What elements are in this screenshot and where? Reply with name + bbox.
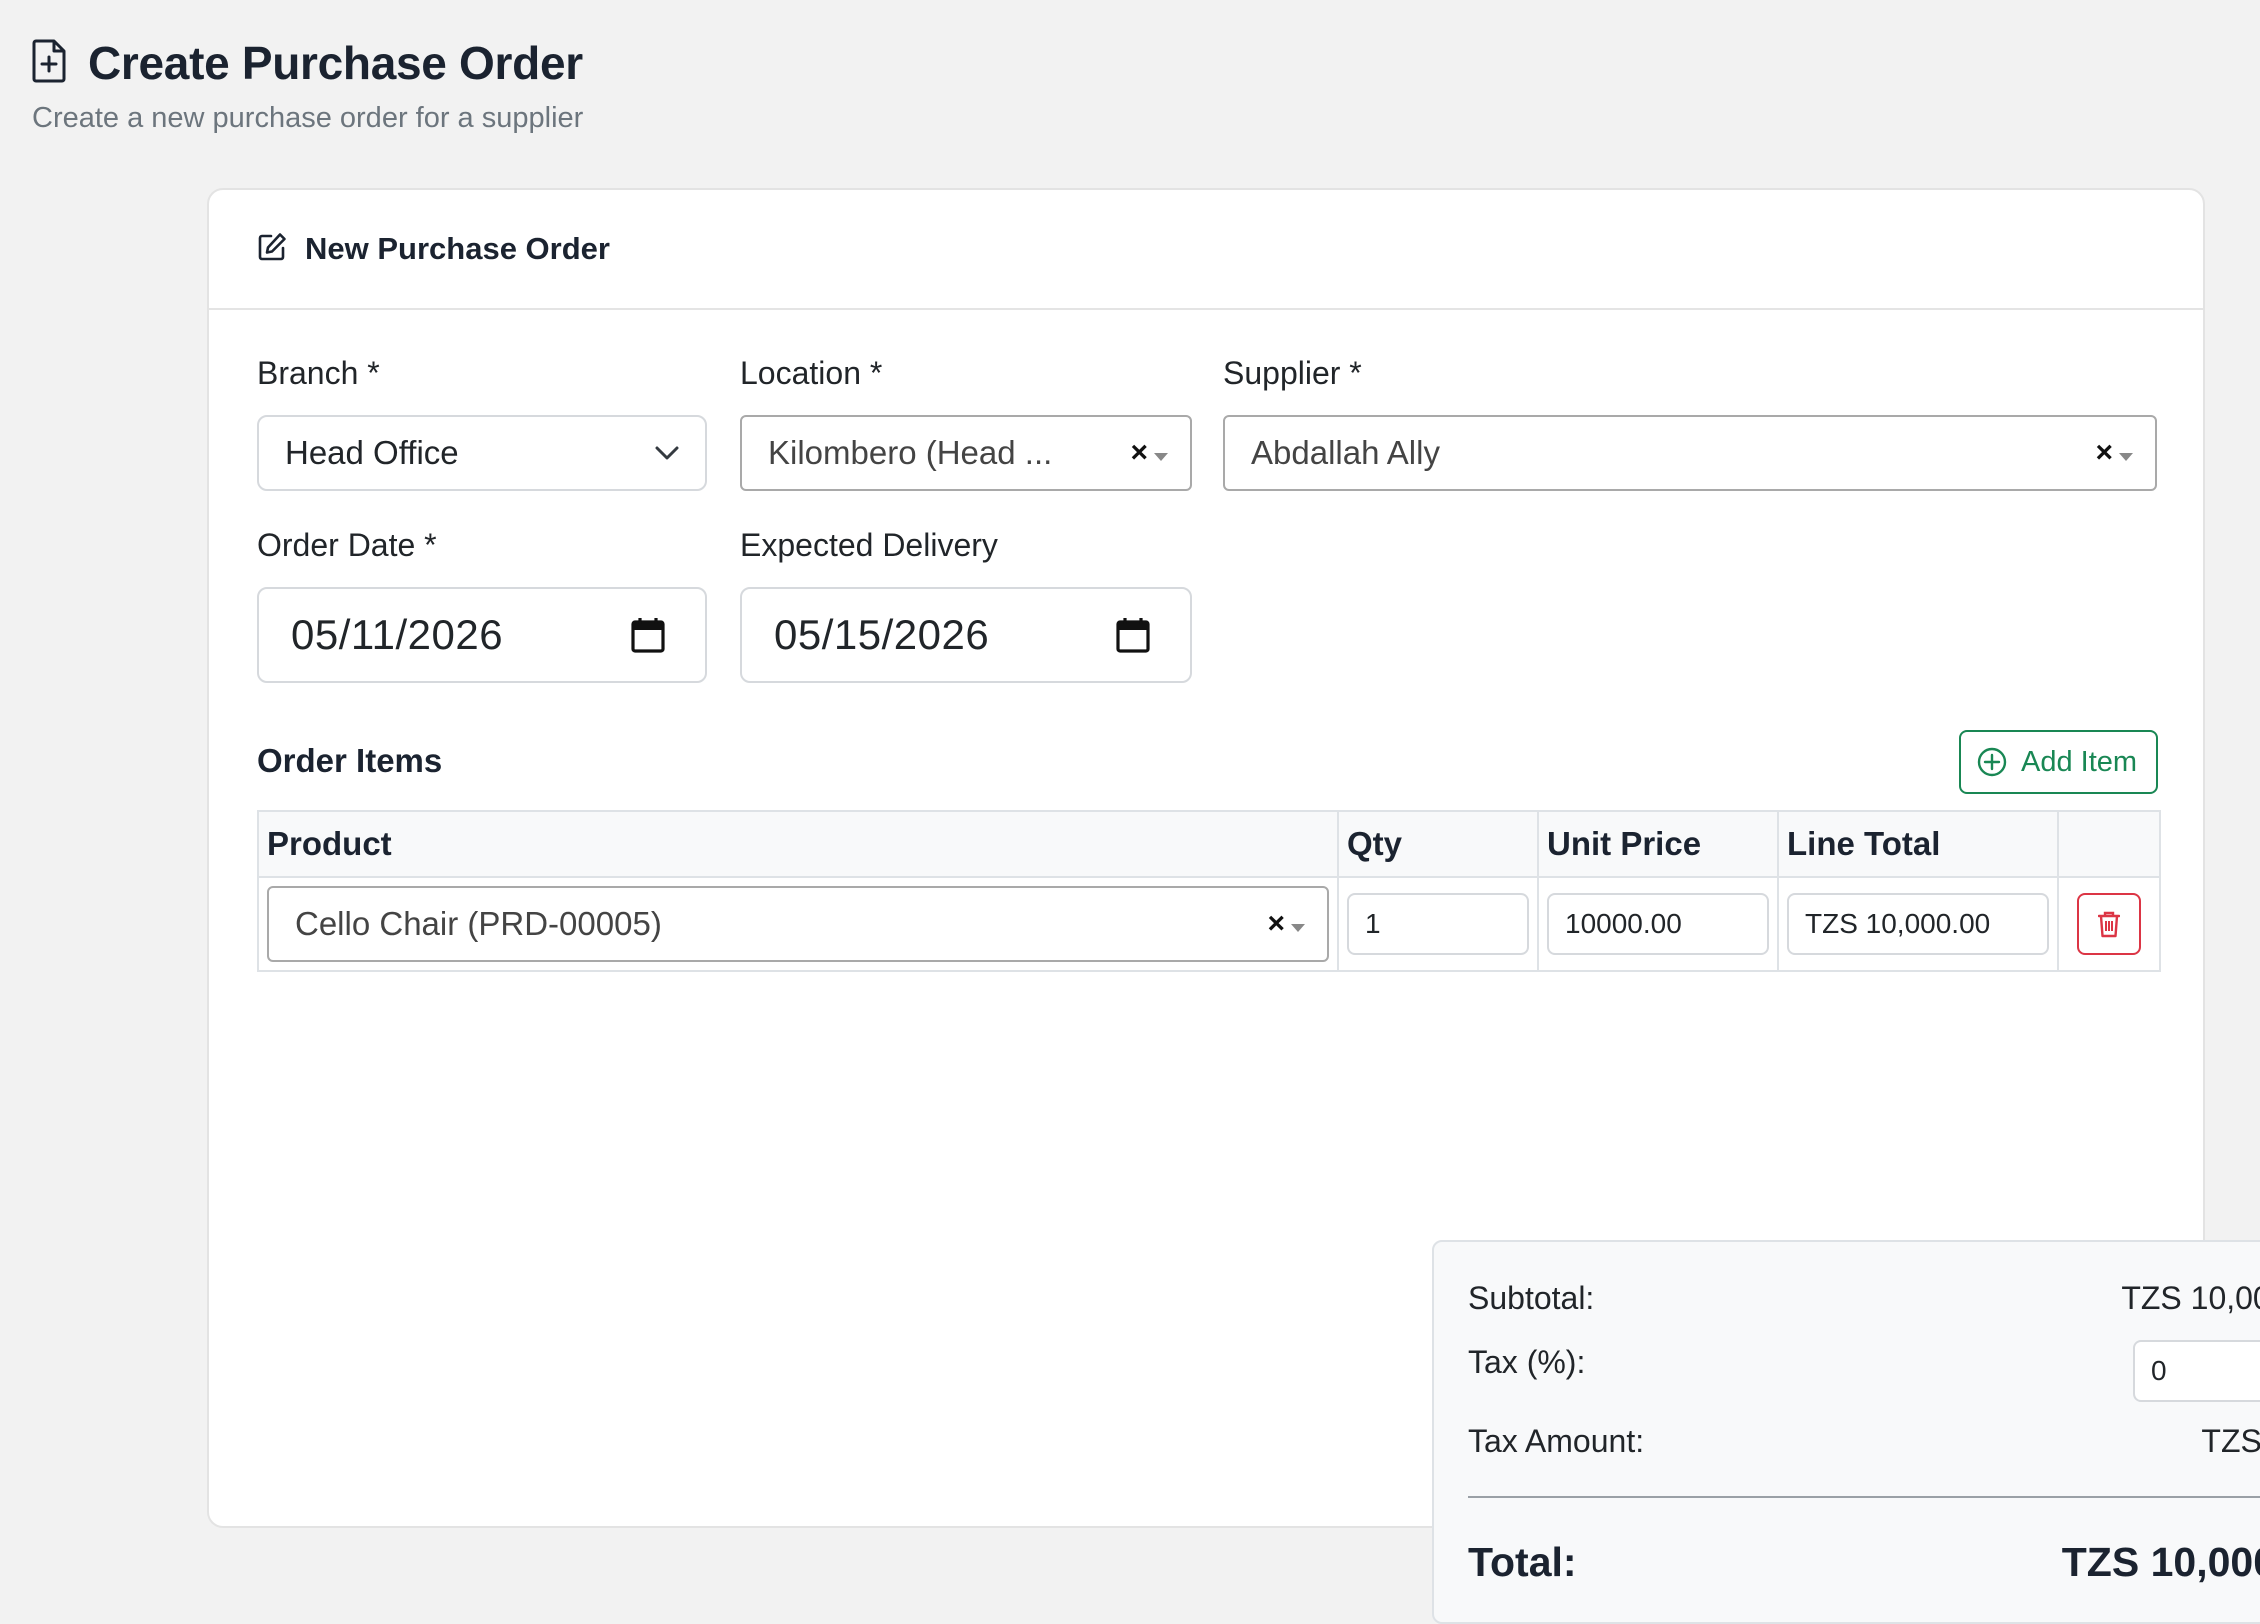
table-row: Cello Chair (PRD-00005) × 1 10000.00 TZS… xyxy=(257,876,2161,972)
expected-delivery-value: 05/15/2026 xyxy=(774,611,990,658)
supplier-select[interactable]: Abdallah Ally × xyxy=(1223,415,2157,491)
subtotal-value: TZS 10,000.00 xyxy=(2121,1280,2260,1316)
tax-label: Tax (%): xyxy=(1468,1344,1586,1380)
order-date-label: Order Date * xyxy=(257,527,437,563)
card-header: New Purchase Order xyxy=(209,190,2203,310)
unit-price-input[interactable]: 10000.00 xyxy=(1547,893,1769,955)
order-items-table: Product Qty Unit Price Line Total Cello … xyxy=(257,810,2161,972)
tax-input[interactable]: 0 xyxy=(2133,1340,2260,1402)
location-caret-icon xyxy=(1154,453,1168,461)
total-value: TZS 10,000.00 xyxy=(2061,1539,2260,1585)
subtotal-label: Subtotal: xyxy=(1468,1280,1595,1316)
tax-amount-value: TZS 0.00 xyxy=(2201,1423,2260,1459)
edit-square-icon xyxy=(257,232,287,267)
col-unit-price: Unit Price xyxy=(1537,810,1779,878)
page-header: Create Purchase Order Create a new purch… xyxy=(32,36,583,134)
chevron-down-icon xyxy=(655,446,679,460)
branch-select[interactable]: Head Office xyxy=(257,415,707,491)
order-summary: Subtotal: TZS 10,000.00 Tax (%): 0 Tax A… xyxy=(1432,1240,2260,1624)
product-select[interactable]: Cello Chair (PRD-00005) × xyxy=(267,886,1329,962)
supplier-clear-icon[interactable]: × xyxy=(2095,436,2113,470)
unit-price-cell: 10000.00 xyxy=(1537,876,1779,972)
col-actions xyxy=(2057,810,2161,878)
page-subtitle: Create a new purchase order for a suppli… xyxy=(32,102,584,134)
line-total-input: TZS 10,000.00 xyxy=(1787,893,2049,955)
qty-cell: 1 xyxy=(1337,876,1539,972)
location-label: Location * xyxy=(740,355,883,391)
branch-label: Branch * xyxy=(257,355,380,391)
location-clear-icon[interactable]: × xyxy=(1130,436,1148,470)
col-qty: Qty xyxy=(1337,810,1539,878)
order-date-value: 05/11/2026 xyxy=(291,611,504,658)
actions-cell xyxy=(2057,876,2161,972)
add-item-label: Add Item xyxy=(2021,745,2138,778)
branch-select-value: Head Office xyxy=(285,434,459,471)
tax-amount-label: Tax Amount: xyxy=(1468,1423,1645,1459)
col-line-total: Line Total xyxy=(1777,810,2059,878)
order-date-input[interactable]: 05/11/2026 xyxy=(257,587,707,683)
qty-input[interactable]: 1 xyxy=(1347,893,1529,955)
supplier-select-value: Abdallah Ally xyxy=(1251,434,1440,471)
location-select-value: Kilombero (Head ... xyxy=(768,434,1053,471)
supplier-caret-icon xyxy=(2119,453,2133,461)
supplier-label: Supplier * xyxy=(1223,355,1362,391)
product-caret-icon xyxy=(1291,924,1305,932)
product-cell: Cello Chair (PRD-00005) × xyxy=(257,876,1339,972)
col-product: Product xyxy=(257,810,1339,878)
purchase-order-card: New Purchase Order Branch * Location * S… xyxy=(207,188,2260,1624)
product-clear-icon[interactable]: × xyxy=(1267,907,1285,941)
line-total-cell: TZS 10,000.00 xyxy=(1777,876,2059,972)
table-header-row: Product Qty Unit Price Line Total xyxy=(257,810,2161,878)
add-item-button[interactable]: Add Item xyxy=(1959,730,2158,794)
product-select-value: Cello Chair (PRD-00005) xyxy=(295,905,662,942)
expected-delivery-input[interactable]: 05/15/2026 xyxy=(740,587,1192,683)
calendar-icon[interactable] xyxy=(631,617,665,653)
file-plus-icon xyxy=(32,39,66,88)
plus-circle-icon xyxy=(1977,747,2007,777)
page-title: Create Purchase Order xyxy=(88,37,583,89)
expected-delivery-label: Expected Delivery xyxy=(740,527,998,563)
summary-divider xyxy=(1468,1496,2260,1498)
location-select[interactable]: Kilombero (Head ... × xyxy=(740,415,1192,491)
delete-item-button[interactable] xyxy=(2077,893,2141,955)
trash-icon xyxy=(2098,910,2120,938)
card-title: New Purchase Order xyxy=(305,231,610,266)
order-items-title: Order Items xyxy=(257,742,443,779)
total-label: Total: xyxy=(1468,1539,1577,1585)
calendar-icon[interactable] xyxy=(1116,617,1150,653)
